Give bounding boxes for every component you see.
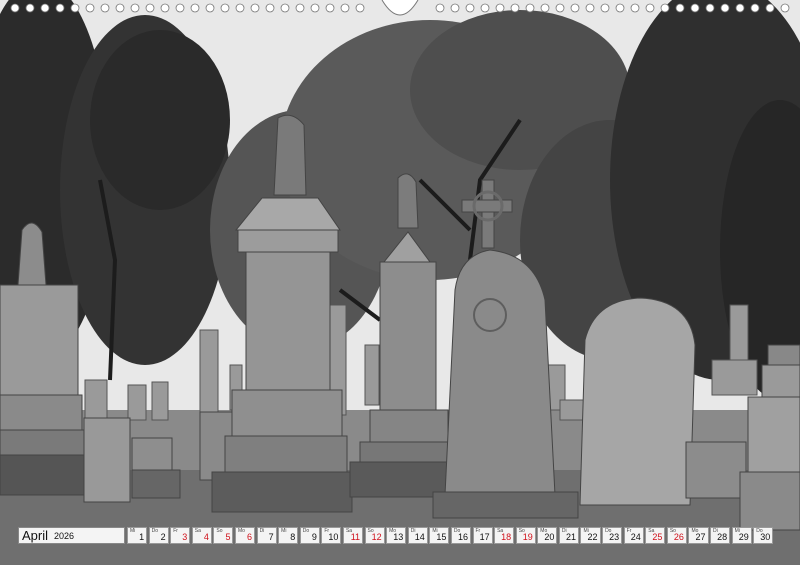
day-number: 4 bbox=[203, 532, 209, 542]
day-cell: Di 21 bbox=[558, 527, 579, 544]
day-cell: Fr 24 bbox=[623, 527, 644, 544]
day-number: 10 bbox=[328, 532, 339, 542]
day-cell: Do 2 bbox=[148, 527, 169, 544]
day-number: 1 bbox=[139, 532, 145, 542]
day-cell: Fr 3 bbox=[170, 527, 191, 544]
day-cell: Fr 10 bbox=[321, 527, 342, 544]
day-number: 7 bbox=[268, 532, 274, 542]
day-number: 27 bbox=[695, 532, 706, 542]
day-cell: So 26 bbox=[666, 527, 687, 544]
day-cell: So 19 bbox=[515, 527, 536, 544]
day-cell: Sa 25 bbox=[645, 527, 666, 544]
day-cell: Sa 4 bbox=[191, 527, 212, 544]
weekday-label: Do bbox=[151, 528, 158, 534]
day-number: 11 bbox=[350, 532, 361, 542]
day-number: 20 bbox=[544, 532, 555, 542]
day-cells: Mi 1 Do 2 Fr 3 Sa 4 So 5 Mo 6 Di 7 Mi 8 Do 9 Fr 10 Sa 11 So 12 M… bbox=[127, 527, 775, 546]
weekday-label: Mi bbox=[281, 528, 287, 534]
weekday-label: Sa bbox=[194, 528, 201, 534]
weekday-label: Mo bbox=[237, 528, 245, 534]
day-cell: Mo 13 bbox=[386, 527, 407, 544]
day-cell: So 12 bbox=[364, 527, 385, 544]
day-cell: Mo 27 bbox=[688, 527, 709, 544]
day-number: 16 bbox=[457, 532, 468, 542]
day-number: 13 bbox=[393, 532, 404, 542]
day-number: 8 bbox=[290, 532, 296, 542]
day-cell: Do 9 bbox=[299, 527, 320, 544]
day-cell: Di 7 bbox=[256, 527, 277, 544]
day-number: 15 bbox=[436, 532, 447, 542]
day-cell: Mi 29 bbox=[731, 527, 752, 544]
day-number: 9 bbox=[311, 532, 317, 542]
day-cell: Di 28 bbox=[710, 527, 731, 544]
weekday-label: Do bbox=[302, 528, 310, 534]
month-name: April bbox=[22, 528, 49, 543]
year-label: 2026 bbox=[54, 530, 75, 541]
day-number: 25 bbox=[652, 532, 663, 542]
weekday-label: Di bbox=[259, 528, 265, 534]
day-number: 12 bbox=[371, 532, 382, 542]
weekday-label: So bbox=[216, 528, 223, 534]
calendar-page: April 2026 Mi 1 Do 2 Fr 3 Sa 4 So 5 Mo 6 Di 7 Mi 8 Do 9 Fr… bbox=[0, 0, 800, 565]
day-number: 2 bbox=[160, 532, 166, 542]
day-number: 29 bbox=[738, 532, 749, 542]
day-cell: Mi 22 bbox=[580, 527, 601, 544]
cemetery-photo bbox=[0, 0, 800, 565]
day-number: 19 bbox=[522, 532, 533, 542]
day-number: 14 bbox=[414, 532, 425, 542]
day-number: 22 bbox=[587, 532, 598, 542]
day-cell: Mi 15 bbox=[429, 527, 450, 544]
day-number: 23 bbox=[609, 532, 620, 542]
month-label: April 2026 bbox=[18, 527, 125, 544]
day-cell: So 5 bbox=[213, 527, 234, 544]
day-number: 24 bbox=[630, 532, 641, 542]
day-number: 30 bbox=[760, 532, 771, 542]
day-number: 6 bbox=[247, 532, 253, 542]
calendar-strip: April 2026 Mi 1 Do 2 Fr 3 Sa 4 So 5 Mo 6 Di 7 Mi 8 Do 9 Fr… bbox=[18, 527, 782, 546]
day-cell: Do 16 bbox=[450, 527, 471, 544]
day-cell: Mi 1 bbox=[127, 527, 148, 544]
day-cell: Mo 6 bbox=[234, 527, 256, 544]
day-number: 26 bbox=[673, 532, 684, 542]
day-number: 5 bbox=[225, 532, 231, 542]
day-cell: Sa 11 bbox=[342, 527, 364, 544]
weekday-label: Fr bbox=[173, 528, 178, 534]
spiral-binding bbox=[10, 0, 790, 16]
day-number: 21 bbox=[565, 532, 576, 542]
day-number: 17 bbox=[479, 532, 490, 542]
hanger-notch bbox=[381, 0, 419, 16]
day-cell: Fr 17 bbox=[472, 527, 493, 544]
day-cell: Do 30 bbox=[753, 527, 774, 544]
day-cell: Do 23 bbox=[602, 527, 623, 544]
day-number: 3 bbox=[182, 532, 188, 542]
day-number: 18 bbox=[501, 532, 512, 542]
day-cell: Mi 8 bbox=[278, 527, 299, 544]
weekday-label: Mi bbox=[130, 528, 136, 534]
day-cell: Mo 20 bbox=[537, 527, 558, 544]
day-number: 28 bbox=[717, 532, 728, 542]
day-cell: Di 14 bbox=[407, 527, 428, 544]
day-cell: Sa 18 bbox=[494, 527, 515, 544]
